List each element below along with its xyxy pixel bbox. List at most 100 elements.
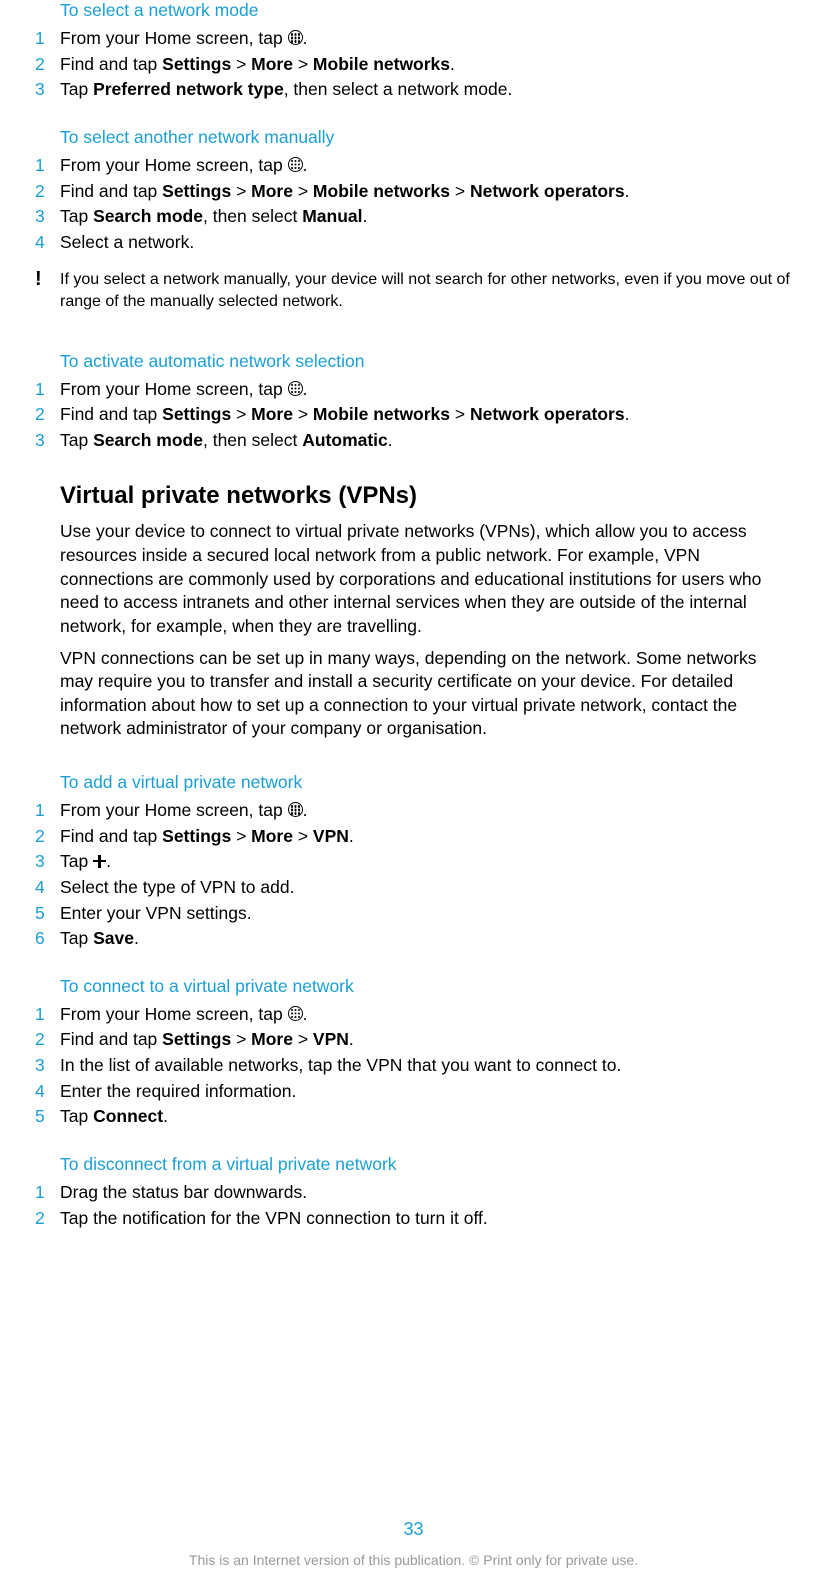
text: > bbox=[293, 181, 313, 201]
step-number: 5 bbox=[35, 902, 60, 926]
step-text: Select the type of VPN to add. bbox=[60, 876, 294, 900]
text: From your Home screen, tap bbox=[60, 155, 288, 175]
step-text: From your Home screen, tap . bbox=[60, 154, 307, 178]
text: Tap bbox=[60, 430, 93, 450]
text-bold: Settings bbox=[162, 404, 231, 424]
plus-icon bbox=[93, 855, 106, 868]
text: . bbox=[303, 155, 308, 175]
step-number: 1 bbox=[35, 1003, 60, 1027]
text-bold: Mobile networks bbox=[313, 54, 450, 74]
step-row: 2Find and tap Settings > More > VPN. bbox=[35, 825, 792, 849]
exclamation-icon: ! bbox=[35, 269, 60, 312]
text: . bbox=[625, 404, 630, 424]
step-text: Drag the status bar downwards. bbox=[60, 1181, 307, 1205]
text: Tap bbox=[60, 206, 93, 226]
text-bold: Automatic bbox=[302, 430, 388, 450]
text-bold: More bbox=[251, 826, 293, 846]
step-number: 3 bbox=[35, 1054, 60, 1078]
text-bold: VPN bbox=[313, 826, 349, 846]
text-bold: More bbox=[251, 54, 293, 74]
text-bold: Mobile networks bbox=[313, 404, 450, 424]
text: > bbox=[231, 1029, 251, 1049]
text: . bbox=[450, 54, 455, 74]
step-row: 4Enter the required information. bbox=[35, 1080, 792, 1104]
text: Tap bbox=[60, 79, 93, 99]
step-text: Find and tap Settings > More > Mobile ne… bbox=[60, 53, 455, 77]
text: From your Home screen, tap bbox=[60, 800, 288, 820]
step-number: 3 bbox=[35, 429, 60, 453]
footer-text: This is an Internet version of this publ… bbox=[0, 1552, 827, 1568]
text-bold: More bbox=[251, 404, 293, 424]
step-text: Tap Search mode, then select Manual. bbox=[60, 205, 367, 229]
step-row: 2Find and tap Settings > More > VPN. bbox=[35, 1028, 792, 1052]
step-number: 2 bbox=[35, 825, 60, 849]
text-bold: Settings bbox=[162, 181, 231, 201]
text: > bbox=[231, 181, 251, 201]
step-row: 1From your Home screen, tap . bbox=[35, 154, 792, 178]
step-row: 5Enter your VPN settings. bbox=[35, 902, 792, 926]
text: > bbox=[293, 54, 313, 74]
step-number: 3 bbox=[35, 850, 60, 874]
text-bold: Settings bbox=[162, 826, 231, 846]
text-bold: Network operators bbox=[470, 404, 625, 424]
heading-automatic-network: To activate automatic network selection bbox=[60, 351, 792, 372]
heading-select-network-manually: To select another network manually bbox=[60, 127, 792, 148]
text: . bbox=[134, 928, 139, 948]
text: . bbox=[349, 826, 354, 846]
text-bold: Network operators bbox=[470, 181, 625, 201]
step-number: 3 bbox=[35, 205, 60, 229]
text: . bbox=[163, 1106, 168, 1126]
text: Find and tap bbox=[60, 181, 162, 201]
note-block: ! If you select a network manually, your… bbox=[35, 269, 792, 312]
text: . bbox=[363, 206, 368, 226]
heading-disconnect-vpn: To disconnect from a virtual private net… bbox=[60, 1154, 792, 1175]
step-row: 1Drag the status bar downwards. bbox=[35, 1181, 792, 1205]
apps-icon bbox=[288, 30, 303, 45]
step-number: 2 bbox=[35, 1028, 60, 1052]
step-text: Select a network. bbox=[60, 231, 194, 255]
step-row: 5Tap Connect. bbox=[35, 1105, 792, 1129]
step-text: Tap . bbox=[60, 850, 111, 874]
text: . bbox=[625, 181, 630, 201]
paragraph: Use your device to connect to virtual pr… bbox=[60, 520, 792, 638]
step-number: 1 bbox=[35, 378, 60, 402]
step-row: 3Tap Search mode, then select Automatic. bbox=[35, 429, 792, 453]
text: From your Home screen, tap bbox=[60, 28, 288, 48]
text: > bbox=[293, 826, 313, 846]
text: > bbox=[231, 54, 251, 74]
page-number: 33 bbox=[0, 1519, 827, 1540]
step-text: From your Home screen, tap . bbox=[60, 1003, 307, 1027]
step-row: 4Select a network. bbox=[35, 231, 792, 255]
step-row: 1From your Home screen, tap . bbox=[35, 27, 792, 51]
text: . bbox=[349, 1029, 354, 1049]
text: . bbox=[303, 800, 308, 820]
text-bold: Search mode bbox=[93, 430, 203, 450]
step-number: 1 bbox=[35, 27, 60, 51]
step-row: 3Tap Preferred network type, then select… bbox=[35, 78, 792, 102]
text: . bbox=[303, 28, 308, 48]
text: Find and tap bbox=[60, 404, 162, 424]
text: Find and tap bbox=[60, 1029, 162, 1049]
step-number: 2 bbox=[35, 403, 60, 427]
text: Find and tap bbox=[60, 54, 162, 74]
text-bold: Mobile networks bbox=[313, 181, 450, 201]
step-number: 6 bbox=[35, 927, 60, 951]
text-bold: Settings bbox=[162, 54, 231, 74]
text: > bbox=[450, 181, 470, 201]
text-bold: Settings bbox=[162, 1029, 231, 1049]
text: > bbox=[293, 404, 313, 424]
step-row: 2Find and tap Settings > More > Mobile n… bbox=[35, 180, 792, 204]
step-row: 4Select the type of VPN to add. bbox=[35, 876, 792, 900]
apps-icon bbox=[288, 802, 303, 817]
heading-add-vpn: To add a virtual private network bbox=[60, 772, 792, 793]
step-text: Find and tap Settings > More > Mobile ne… bbox=[60, 403, 629, 427]
heading-vpn: Virtual private networks (VPNs) bbox=[60, 482, 792, 510]
step-text: Tap Preferred network type, then select … bbox=[60, 78, 512, 102]
step-number: 2 bbox=[35, 1207, 60, 1231]
step-text: Enter your VPN settings. bbox=[60, 902, 252, 926]
text: . bbox=[303, 379, 308, 399]
step-number: 1 bbox=[35, 1181, 60, 1205]
text: From your Home screen, tap bbox=[60, 1004, 288, 1024]
step-text: Tap the notification for the VPN connect… bbox=[60, 1207, 488, 1231]
text-bold: Search mode bbox=[93, 206, 203, 226]
